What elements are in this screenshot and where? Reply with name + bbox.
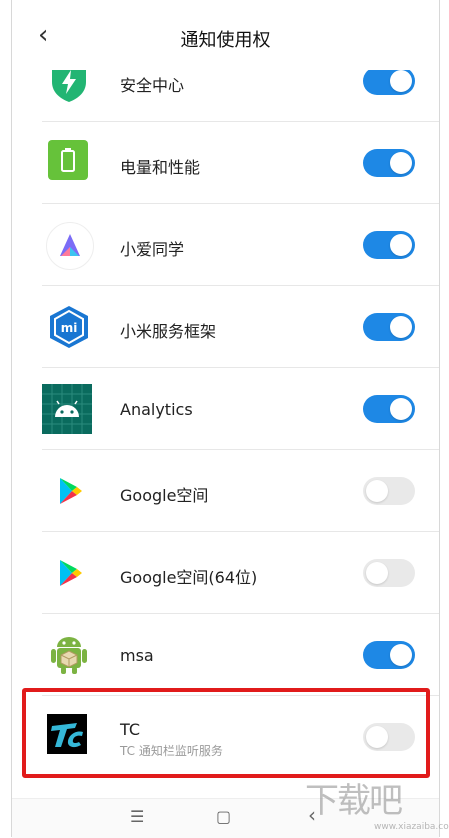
toggle-switch[interactable] [363,313,415,341]
toggle-switch[interactable] [363,477,415,505]
app-name: Google空间(64位) [120,568,258,587]
list-item[interactable]: Analytics [12,368,439,450]
app-name: 电量和性能 [120,158,201,177]
app-name: 小爱同学 [120,240,185,259]
mi-service-icon: mi [46,304,92,350]
toggle-switch[interactable] [363,641,415,669]
list-item[interactable]: msa [12,614,439,696]
toggle-knob [390,152,412,174]
play-icon [46,468,92,514]
list-item[interactable]: Google空间 [12,450,439,532]
toggle-switch[interactable] [363,231,415,259]
app-name: 小米服务框架 [120,322,217,341]
toggle-switch[interactable] [363,149,415,177]
toggle-knob [366,562,388,584]
toggle-switch[interactable] [363,395,415,423]
android-robot-icon [46,630,92,676]
phone-screen: 安全中心 电量和性能 小爱同学 mi 小米服务框架 Analytics Goog… [11,0,440,838]
svg-text:mi: mi [61,321,78,335]
battery-icon [48,140,88,180]
app-name: 安全中心 [120,76,185,95]
play-icon [46,550,92,596]
top-app-bar: ‹ 通知使用权 [12,0,439,70]
app-name: Analytics [120,400,193,419]
list-item[interactable]: Google空间(64位) [12,532,439,614]
toggle-knob [366,480,388,502]
app-name: Google空间 [120,486,209,505]
menu-icon[interactable]: ☰ [130,807,144,826]
toggle-knob [390,70,412,92]
app-name: msa [120,646,154,665]
watermark-logo: 下载吧 [305,781,403,821]
highlight-box [22,688,430,778]
toggle-knob [390,644,412,666]
home-icon[interactable]: ▢ [216,807,231,826]
toggle-switch[interactable] [363,67,415,95]
list-item[interactable]: 小爱同学 [12,204,439,286]
watermark-url: www.xiazaiba.com [374,822,449,832]
toggle-knob [390,234,412,256]
toggle-knob [390,316,412,338]
list-item[interactable]: 电量和性能 [12,122,439,204]
toggle-knob [390,398,412,420]
android-icon [42,384,92,434]
xiaoai-icon [46,222,94,270]
toggle-switch[interactable] [363,559,415,587]
list-item[interactable]: mi 小米服务框架 [12,286,439,368]
page-title: 通知使用权 [180,30,271,51]
